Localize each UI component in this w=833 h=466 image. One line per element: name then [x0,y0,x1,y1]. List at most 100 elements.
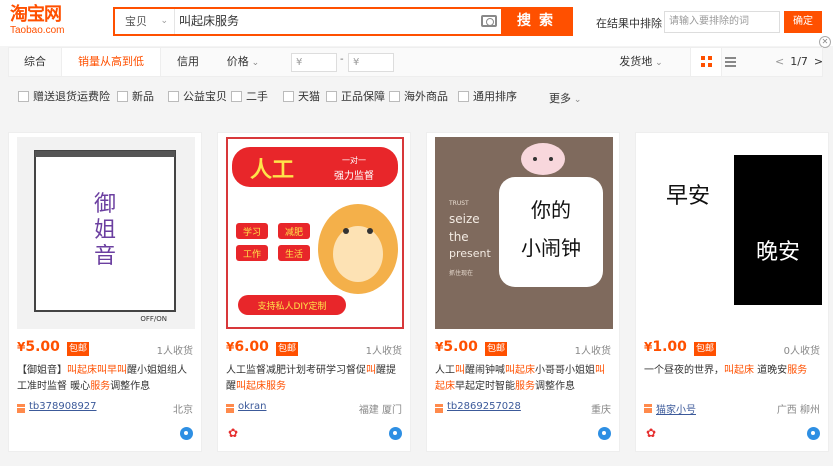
checkbox[interactable] [326,91,337,102]
product-price: ¥1.00 [644,339,687,355]
flower-icon: ✿ [646,426,657,440]
svg-text:支持私人DIY定制: 支持私人DIY定制 [257,300,326,312]
shop-name[interactable]: 猫家小号 [656,401,696,416]
product-title[interactable]: 【御姐音】叫起床叫早叫醒小姐姐组人工准时监督 暖心服务调整作息 [17,363,195,395]
filter-general-sort[interactable]: 通用排序 [458,90,517,104]
taobao-logo[interactable]: 淘宝网 Taobao.com [10,5,90,41]
checkbox[interactable] [283,91,294,102]
svg-text:工作: 工作 [243,248,261,260]
sort-bar: 综合 销量从高到低 信用 价格 ⌄ ¥ - ¥ 发货地 ⌄ <1/7 > [8,47,823,77]
filter-charity[interactable]: 公益宝贝 [168,90,227,104]
shop-name[interactable]: okran [238,401,267,412]
product-image[interactable]: 御 姐 音 OFF/ON [17,137,195,329]
filter-genuine[interactable]: 正品保障 [326,90,385,104]
ship-from-label: 发货地 [619,55,653,68]
next-page-icon[interactable]: > [808,55,829,68]
filter-label: 正品保障 [341,90,385,103]
svg-text:present: present [449,247,492,260]
free-shipping-badge: 包邮 [485,342,508,356]
chevron-down-icon: ⌄ [160,16,168,26]
product-card[interactable]: 人工 一对一 强力监督 学习 减肥 工作 生活 支持私人DIY定制 ¥6.00 … [217,132,411,452]
flower-icon: ✿ [228,426,239,440]
sales-count: 1人收货 [156,346,193,357]
price-max-input[interactable]: ¥ [348,53,394,72]
product-card[interactable]: 你的 小闹钟 TRUST seize the present 抓住现在 ¥5.0… [426,132,620,452]
chevron-down-icon: ⌄ [652,58,663,68]
location: 北京 [173,405,193,416]
svg-text:学习: 学习 [243,226,261,238]
image-text-char1: 御 [94,192,116,217]
svg-text:音: 音 [94,244,116,269]
svg-text:一对一: 一对一 [342,155,366,165]
image-caption: OFF/ON [140,315,167,323]
location: 重庆 [591,405,611,416]
checkbox[interactable] [18,91,29,102]
filter-return-insurance[interactable]: 赠送退货运费险 [18,90,110,104]
price-min-input[interactable]: ¥ [291,53,337,72]
shop-icon [226,404,234,413]
checkbox[interactable] [231,91,242,102]
sales-count: 1人收货 [574,346,611,357]
camera-icon[interactable] [481,15,497,27]
svg-text:减肥: 减肥 [285,226,303,238]
filter-tmall[interactable]: 天猫 [283,90,320,104]
more-label: 更多 [549,92,571,105]
free-shipping-badge: 包邮 [67,342,90,356]
wangwang-icon[interactable] [598,427,611,440]
search-box: 宝贝 ⌄ 叫起床服务 搜索 [113,7,573,36]
more-filters[interactable]: 更多 ⌄ [549,90,581,106]
product-image[interactable]: 你的 小闹钟 TRUST seize the present 抓住现在 [435,137,613,329]
product-image[interactable]: 人工 一对一 强力监督 学习 减肥 工作 生活 支持私人DIY定制 [226,137,404,329]
sort-comprehensive[interactable]: 综合 [9,48,61,76]
ship-from-select[interactable]: 发货地 ⌄ [613,48,669,76]
header: 淘宝网 Taobao.com 宝贝 ⌄ 叫起床服务 搜索 在结果中排除 请输入要… [0,0,833,46]
filter-label: 赠送退货运费险 [33,90,110,103]
exclude-confirm-button[interactable]: 确定 [784,11,822,33]
filter-secondhand[interactable]: 二手 [231,90,268,104]
shop-name[interactable]: tb2869257028 [447,401,521,412]
checkbox[interactable] [117,91,128,102]
wangwang-icon[interactable] [807,427,820,440]
checkbox[interactable] [458,91,469,102]
product-image[interactable]: 早安 晚安 [644,137,822,329]
search-scope-select[interactable]: 宝贝 ⌄ [115,9,175,34]
filter-overseas[interactable]: 海外商品 [389,90,448,104]
exclude-label: 在结果中排除 [596,17,662,30]
wangwang-icon[interactable] [180,427,193,440]
list-view-icon[interactable] [725,57,736,67]
svg-text:人工: 人工 [250,158,294,183]
sales-count: 0人收货 [783,346,820,357]
search-input[interactable]: 叫起床服务 [179,9,479,34]
svg-text:晚安: 晚安 [756,240,800,265]
product-price: ¥5.00 [17,339,60,355]
filter-new[interactable]: 新品 [117,90,154,104]
location: 广西 柳州 [776,405,820,416]
shop-icon [435,404,443,413]
sort-price[interactable]: 价格 ⌄ [221,48,265,76]
product-title[interactable]: 人工叫醒闹钟喊叫起床小哥哥小姐姐叫起床早起定时智能服务调整作息 [435,363,613,395]
checkbox[interactable] [389,91,400,102]
chevron-down-icon: ⌄ [248,58,260,68]
shop-name[interactable]: tb378908927 [29,401,97,412]
filter-bar: 赠送退货运费险 新品 公益宝贝 二手 天猫 正品保障 海外商品 通用排序 更多 … [8,84,823,110]
checkbox[interactable] [168,91,179,102]
product-title[interactable]: 一个昼夜的世界，叫起床 道晚安服务 [644,363,822,379]
wangwang-icon[interactable] [389,427,402,440]
grid-view-icon[interactable] [690,48,722,76]
product-image-art: 你的 小闹钟 TRUST seize the present 抓住现在 [435,137,613,329]
pager: <1/7 > [769,48,829,76]
exclude-input[interactable]: 请输入要排除的词 [664,11,780,33]
product-title[interactable]: 人工监督减肥计划考研学习督促叫醒提醒叫起床服务 [226,363,404,395]
svg-text:seize: seize [449,212,480,226]
prev-page-icon[interactable]: < [769,55,790,68]
filter-label: 天猫 [298,90,320,103]
svg-text:早安: 早安 [666,184,710,209]
product-card[interactable]: 御 姐 音 OFF/ON ¥5.00 包邮 1人收货 【御姐音】叫起床叫早叫醒小… [8,132,202,452]
sort-credit[interactable]: 信用 [161,48,215,76]
search-button[interactable]: 搜索 [501,9,571,34]
sort-sales[interactable]: 销量从高到低 [61,48,161,76]
product-card[interactable]: 早安 晚安 ¥1.00 包邮 0人收货 一个昼夜的世界，叫起床 道晚安服务 猫家… [635,132,829,452]
product-image-art: 人工 一对一 强力监督 学习 减肥 工作 生活 支持私人DIY定制 [232,147,398,315]
sort-price-label: 价格 [226,55,249,68]
svg-text:小闹钟: 小闹钟 [521,236,581,260]
